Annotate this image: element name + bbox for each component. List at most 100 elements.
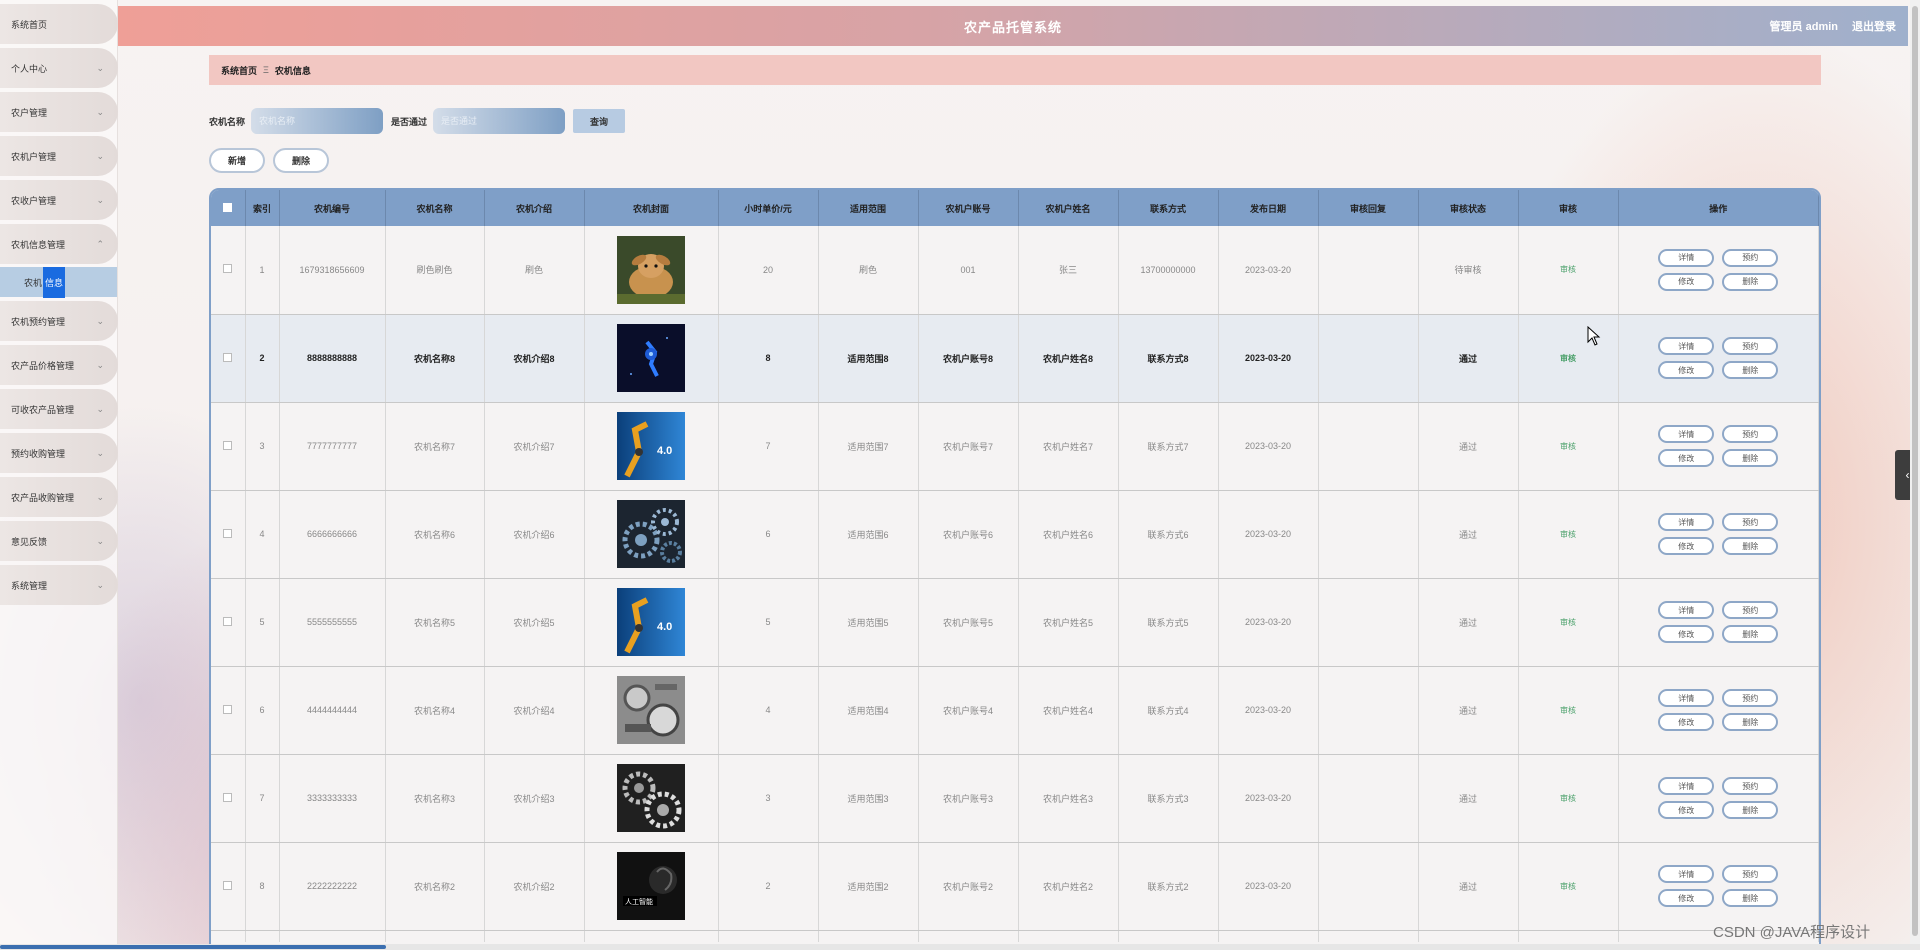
delete-button[interactable]: 删除	[1722, 272, 1779, 291]
row-checkbox[interactable]	[223, 704, 233, 714]
vertical-scrollbar[interactable]	[1910, 0, 1920, 944]
add-button[interactable]: 新增	[209, 148, 265, 173]
row-checkbox[interactable]	[223, 792, 233, 802]
detail-button[interactable]: 详情	[1658, 425, 1715, 443]
cell-text: 8	[259, 881, 265, 891]
horizontal-scrollbar[interactable]	[0, 944, 1920, 950]
cell-intro: 农机介绍5	[484, 578, 585, 667]
cell-index: 7	[245, 754, 280, 843]
sidebar-item[interactable]: 个人中心 ⌄	[0, 48, 118, 88]
detail-button[interactable]: 详情	[1658, 337, 1715, 355]
reserve-button[interactable]: 预约	[1722, 601, 1779, 619]
cell-phone: 联系方式8	[1118, 314, 1219, 403]
audit-link[interactable]: 审核	[1560, 442, 1576, 451]
edit-button[interactable]: 修改	[1658, 449, 1715, 467]
reserve-button[interactable]: 预约	[1722, 777, 1779, 795]
sidebar-item-label: 个人中心	[11, 63, 48, 74]
cell-code: 7777777777	[279, 402, 386, 491]
delete-button[interactable]: 删除	[1722, 713, 1779, 731]
detail-button[interactable]: 详情	[1658, 689, 1715, 707]
select-all-checkbox[interactable]	[223, 202, 233, 212]
sidebar-item[interactable]: 农机信息管理 ⌃	[0, 224, 118, 264]
machine-cover-image: 4.0	[617, 412, 685, 480]
reserve-button[interactable]: 预约	[1722, 865, 1779, 883]
delete-button[interactable]: 删除	[1722, 449, 1779, 467]
row-checkbox[interactable]	[223, 352, 233, 362]
audit-link[interactable]: 审核	[1560, 265, 1576, 274]
pass-filter-input[interactable]	[433, 108, 566, 134]
column-header: 联系方式	[1118, 190, 1219, 226]
detail-button[interactable]: 详情	[1658, 248, 1715, 267]
cell-date: 2023-03-20	[1218, 578, 1319, 667]
row-checkbox[interactable]	[223, 616, 233, 626]
chevron-left-icon: ‹	[1905, 468, 1910, 482]
edit-button[interactable]: 修改	[1658, 889, 1715, 907]
audit-link[interactable]: 审核	[1560, 706, 1576, 715]
row-actions: 详情 预约 修改 删除	[1619, 777, 1819, 819]
reserve-button[interactable]: 预约	[1722, 425, 1779, 443]
detail-button[interactable]: 详情	[1658, 777, 1715, 795]
edit-button[interactable]: 修改	[1658, 625, 1715, 643]
cell-reply	[1318, 490, 1419, 579]
name-filter-input[interactable]	[251, 108, 384, 134]
delete-button[interactable]: 删除	[1722, 625, 1779, 643]
cell-status: 待审核	[1418, 226, 1519, 315]
row-checkbox[interactable]	[223, 264, 233, 274]
reserve-button[interactable]: 预约	[1722, 337, 1779, 355]
edit-button[interactable]: 修改	[1658, 272, 1715, 291]
cell-status: 通过	[1418, 402, 1519, 491]
sidebar-item[interactable]: 农机户管理 ⌄	[0, 136, 118, 176]
reserve-button[interactable]: 预约	[1722, 689, 1779, 707]
edit-button[interactable]: 修改	[1658, 801, 1715, 819]
detail-button[interactable]: 详情	[1658, 865, 1715, 883]
current-user: 管理员 admin	[1769, 21, 1838, 33]
sidebar-item[interactable]: 农产品收购管理 ⌄	[0, 477, 118, 517]
cell-status: 通过	[1418, 314, 1519, 403]
detail-button[interactable]: 详情	[1658, 513, 1715, 531]
audit-link[interactable]: 审核	[1560, 882, 1576, 891]
cell-phone: 联系方式5	[1118, 578, 1219, 667]
delete-button[interactable]: 删除	[1722, 537, 1779, 555]
cell-intro: 农机介绍2	[484, 842, 585, 931]
audit-link[interactable]: 审核	[1560, 530, 1576, 539]
edit-button[interactable]: 修改	[1658, 713, 1715, 731]
sidebar-subitem-machine-info[interactable]: 农机 信息	[0, 266, 117, 298]
chevron-icon: ⌄	[96, 491, 104, 502]
cell-text: 联系方式7	[1147, 441, 1189, 452]
detail-button[interactable]: 详情	[1658, 601, 1715, 619]
logout-link[interactable]: 退出登录	[1852, 18, 1896, 34]
edit-button[interactable]: 修改	[1658, 361, 1715, 379]
sidebar-item[interactable]: 系统首页	[0, 4, 118, 44]
reserve-button[interactable]: 预约	[1722, 248, 1779, 267]
audit-link[interactable]: 审核	[1560, 354, 1576, 363]
cell-text: 农机户账号7	[942, 441, 993, 452]
sidebar-item[interactable]: 可收农产品管理 ⌄	[0, 389, 118, 429]
cell-text: 农机户账号2	[942, 881, 993, 892]
sidebar-item[interactable]: 农户管理 ⌄	[0, 92, 118, 132]
sidebar-item[interactable]: 系统管理 ⌄	[0, 565, 118, 605]
audit-link[interactable]: 审核	[1560, 618, 1576, 627]
cell-date: 2023-03-20	[1218, 754, 1319, 843]
search-button[interactable]: 查询	[573, 109, 626, 133]
row-checkbox[interactable]	[223, 528, 233, 538]
row-checkbox[interactable]	[223, 880, 233, 890]
delete-button[interactable]: 删除	[1722, 361, 1779, 379]
sidebar-item[interactable]: 意见反馈 ⌄	[0, 521, 118, 561]
edit-button[interactable]: 修改	[1658, 537, 1715, 555]
breadcrumb-home[interactable]: 系统首页	[221, 64, 257, 77]
row-checkbox[interactable]	[223, 440, 233, 450]
bulk-delete-button[interactable]: 删除	[273, 148, 329, 173]
delete-button[interactable]: 删除	[1722, 889, 1779, 907]
cell-operations: 详情 预约 修改 删除	[1618, 402, 1819, 491]
audit-link[interactable]: 审核	[1560, 794, 1576, 803]
sidebar-item[interactable]: 农产品价格管理 ⌄	[0, 345, 118, 385]
cell-account: 农机户账号5	[918, 578, 1019, 667]
row-select-cell	[211, 842, 246, 931]
cell-owner: 农机户姓名7	[1018, 402, 1119, 491]
reserve-button[interactable]: 预约	[1722, 513, 1779, 531]
sidebar-item[interactable]: 农收户管理 ⌄	[0, 180, 118, 220]
table-row: 3 7777777777 农机名称7 农机介绍7 4.0 7 适用范围7 农机户账号7 农机户姓…	[211, 402, 1819, 491]
sidebar-item[interactable]: 预约收购管理 ⌄	[0, 433, 118, 473]
delete-button[interactable]: 删除	[1722, 801, 1779, 819]
sidebar-item[interactable]: 农机预约管理 ⌄	[0, 301, 118, 341]
